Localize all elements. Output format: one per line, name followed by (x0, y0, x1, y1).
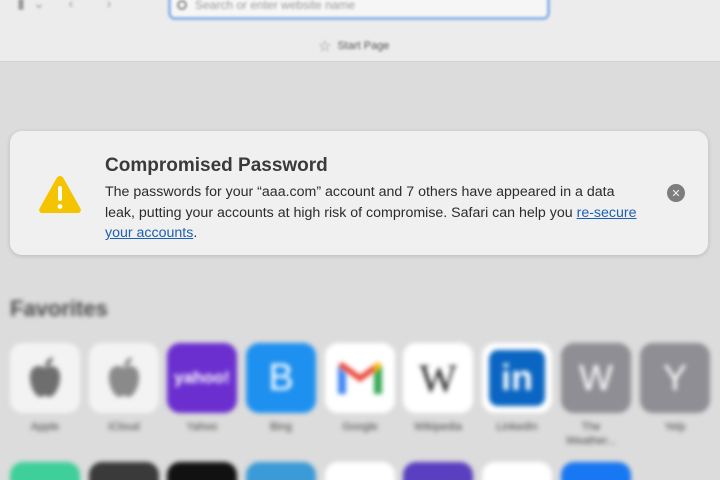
favorite-label: LinkedIn (496, 421, 538, 433)
alert-title: Compromised Password (105, 155, 328, 176)
search-input[interactable] (195, 0, 535, 13)
start-page-title: ☆ Start Page (318, 38, 389, 54)
favorite-yahoo[interactable]: yahoo! (167, 343, 237, 413)
star-icon: ☆ (318, 37, 332, 55)
favorite-label: The Weather... (566, 421, 616, 447)
apple-logo-icon (108, 357, 140, 398)
close-alert-button[interactable]: ✕ (667, 184, 685, 202)
forward-button[interactable]: › (100, 0, 118, 12)
alert-message-end: . (193, 225, 198, 241)
linkedin-logo-icon: in (489, 350, 545, 406)
start-page-label: Start Page (337, 40, 390, 52)
bing-letter-icon: B (268, 356, 294, 399)
letter-w-icon: W (579, 357, 613, 398)
favorite-label: Wikipedia (414, 421, 462, 433)
address-bar[interactable] (168, 0, 550, 20)
alert-message: The passwords for your “aaa.com” account… (105, 182, 645, 244)
favorite-tile[interactable] (167, 462, 237, 480)
sidebar-icon[interactable]: ▮ (12, 0, 30, 12)
favorites-heading: Favorites (10, 296, 108, 321)
letter-y-icon: Y (662, 357, 687, 398)
favorite-the-weather[interactable]: W (561, 343, 631, 413)
favorite-wikipedia[interactable]: W (403, 343, 473, 413)
favorite-icloud[interactable] (89, 343, 159, 413)
favorite-bing[interactable]: B (246, 343, 316, 413)
favorite-label: Google (342, 421, 378, 433)
yahoo-logo: yahoo! (174, 368, 230, 387)
search-icon (177, 0, 187, 10)
favorite-tile[interactable] (561, 462, 631, 480)
favorite-apple[interactable] (10, 343, 80, 413)
browser-toolbar: ▮ ⌄ ‹ › ☆ Start Page (0, 0, 720, 62)
apple-logo-icon (29, 357, 61, 398)
warning-icon (39, 176, 81, 213)
close-icon: ✕ (671, 187, 681, 200)
favorite-tile[interactable] (482, 462, 552, 480)
favorite-google[interactable] (325, 343, 395, 413)
alert-message-text: The passwords for your “aaa.com” account… (105, 184, 615, 221)
compromised-password-alert: Compromised Password The passwords for y… (10, 131, 708, 255)
favorite-label: iCloud (108, 421, 140, 433)
favorite-tile[interactable] (246, 462, 316, 480)
favorite-tile[interactable] (325, 462, 395, 480)
chevron-down-icon[interactable]: ⌄ (30, 0, 48, 12)
favorite-label: Yelp (664, 421, 686, 433)
back-button[interactable]: ‹ (62, 0, 80, 12)
favorite-tile[interactable] (89, 462, 159, 480)
favorite-label: Yahoo (186, 421, 218, 433)
favorite-label: Bing (269, 421, 293, 433)
wikipedia-logo-icon: W (419, 355, 457, 401)
favorite-tile[interactable] (403, 462, 473, 480)
favorite-label: Apple (30, 421, 60, 433)
favorite-yelp[interactable]: Y (640, 343, 710, 413)
linkedin-logo-text: in (501, 357, 533, 398)
favorite-tile[interactable] (10, 462, 80, 480)
gmail-logo-icon (338, 362, 382, 394)
favorite-linkedin[interactable]: in (482, 343, 552, 413)
